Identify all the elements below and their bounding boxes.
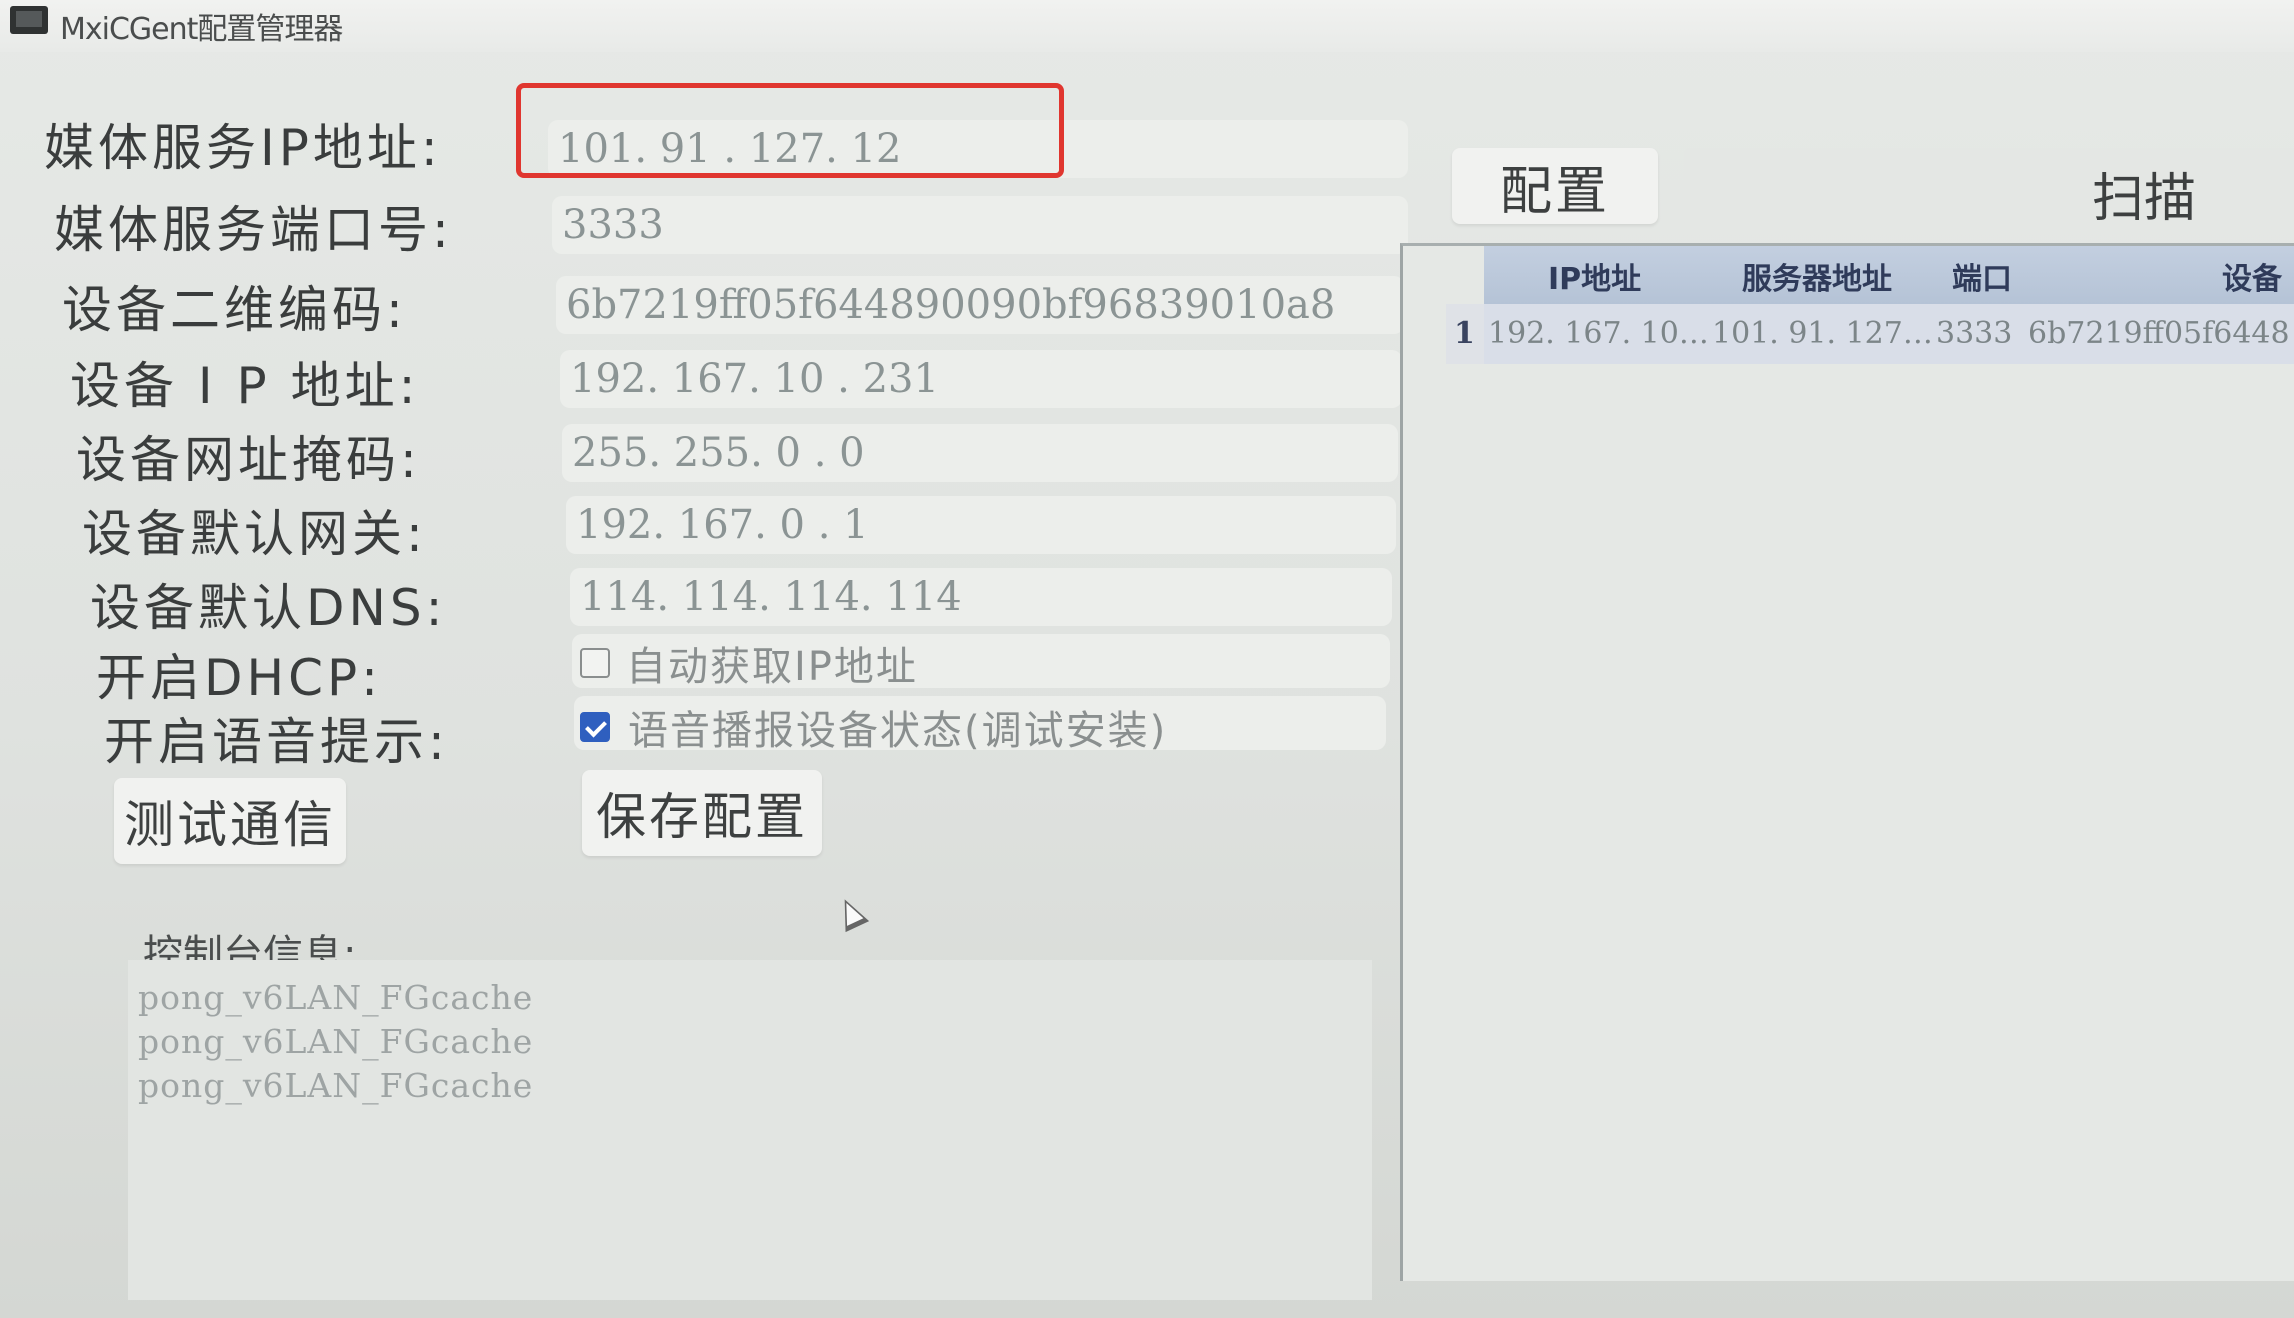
console-line: pong_v6LAN_FGcache <box>138 1022 534 1061</box>
voice-prompt-label: 开启语音提示: <box>104 713 449 771</box>
media-server-port-input[interactable]: 3333 <box>552 196 1408 254</box>
config-manager-window: MxiCGent配置管理器 媒体服务IP地址: 媒体服务端口号: 设备二维编码:… <box>0 0 2294 1318</box>
cell-port: 3333 <box>1936 316 2013 351</box>
console-line: pong_v6LAN_FGcache <box>138 1066 534 1105</box>
tab-scan[interactable]: 扫描 <box>1684 148 2294 229</box>
device-ip-label: 设备 I P 地址: <box>70 357 420 415</box>
row-number-cell: 1 <box>1446 304 1484 364</box>
device-gateway-label: 设备默认网关: <box>82 505 427 563</box>
window-title: MxiCGent配置管理器 <box>60 12 343 47</box>
save-config-button[interactable]: 保存配置 <box>582 770 822 856</box>
dhcp-label: 开启DHCP: <box>96 649 383 707</box>
voice-checkbox[interactable] <box>580 712 610 742</box>
table-row[interactable]: 192. 167. 10… 101. 91. 127… 3333 6b7219f… <box>1484 304 2294 364</box>
tab-config[interactable]: 配置 <box>1452 148 1658 224</box>
cell-server: 101. 91. 127… <box>1712 316 1933 351</box>
device-netmask-label: 设备网址掩码: <box>76 431 421 489</box>
title-bar: MxiCGent配置管理器 <box>0 0 2294 52</box>
device-qr-code-input[interactable]: 6b7219ff05f644890090bf96839010a8 <box>556 276 1404 334</box>
voice-option-label[interactable]: 语音播报设备状态(调试安装) <box>628 698 1167 756</box>
media-server-ip-label: 媒体服务IP地址: <box>44 119 442 177</box>
dhcp-checkbox[interactable] <box>580 648 610 678</box>
row-number: 1 <box>1454 316 1475 351</box>
table-header: IP地址 服务器地址 端口 设备 <box>1484 246 2294 304</box>
device-qr-code-label: 设备二维编码: <box>62 281 407 339</box>
device-table <box>1400 243 2294 1281</box>
device-ip-input[interactable]: 192. 167. 10 . 231 <box>560 350 1402 408</box>
mouse-cursor-icon <box>832 893 870 933</box>
console-output: pong_v6LAN_FGcache pong_v6LAN_FGcache po… <box>128 960 1372 1300</box>
device-dns-label: 设备默认DNS: <box>90 579 447 637</box>
device-gateway-input[interactable]: 192. 167. 0 . 1 <box>566 496 1396 554</box>
app-icon <box>10 6 48 34</box>
cell-ip: 192. 167. 10… <box>1488 316 1709 351</box>
device-netmask-input[interactable]: 255. 255. 0 . 0 <box>562 424 1398 482</box>
highlight-box <box>516 83 1064 178</box>
tab-scan-label: 扫描 <box>2091 169 2196 229</box>
column-server-address[interactable]: 服务器地址 <box>1742 254 1892 298</box>
test-communication-button[interactable]: 测试通信 <box>114 778 346 864</box>
column-port[interactable]: 端口 <box>1952 254 2012 298</box>
column-device[interactable]: 设备 <box>2222 254 2282 298</box>
device-dns-input[interactable]: 114. 114. 114. 114 <box>570 568 1392 626</box>
console-line: pong_v6LAN_FGcache <box>138 978 534 1017</box>
media-server-port-label: 媒体服务端口号: <box>54 201 453 259</box>
column-ip-address[interactable]: IP地址 <box>1548 254 1641 298</box>
dhcp-option-label[interactable]: 自动获取IP地址 <box>626 634 918 692</box>
cell-device: 6b7219ff05f6448 <box>2028 316 2290 351</box>
